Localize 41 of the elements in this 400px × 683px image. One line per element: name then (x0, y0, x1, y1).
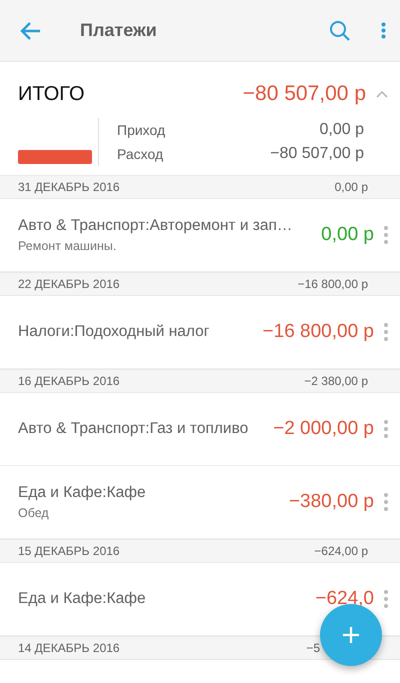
payment-amount: −16 800,00 р (262, 321, 374, 343)
payment-category: Авто & Транспорт:Авторемонт и зап… (18, 217, 294, 235)
summary-row-value: 0,00 р (320, 120, 364, 140)
payment-category: Еда и Кафе:Кафе (18, 484, 147, 502)
day-total: 0,00 р (334, 180, 368, 194)
payment-amount: −624,0 (315, 588, 374, 610)
date-label: 22 ДЕКАБРЬ 2016 (18, 277, 120, 291)
payment-amount: 0,00 р (321, 224, 374, 246)
summary-total: −80 507,00 р (242, 82, 366, 106)
day-total: −624,00 р (314, 544, 368, 558)
more-icon[interactable] (384, 226, 388, 244)
more-icon[interactable] (384, 420, 388, 438)
date-label: 14 ДЕКАБРЬ 2016 (18, 641, 120, 655)
day-total: −16 800,00 р (298, 277, 368, 291)
payment-category: Налоги:Подоходный налог (18, 323, 210, 341)
summary-row-label: Приход (117, 121, 166, 140)
payment-amount: −380,00 р (288, 491, 374, 513)
menu-icon[interactable] (381, 22, 386, 39)
more-icon[interactable] (384, 323, 388, 341)
summary-row-value: −80 507,00 р (270, 144, 364, 164)
screen-title: Платежи (80, 20, 158, 41)
day-total: −2 380,00 р (304, 374, 368, 388)
plus-icon (342, 626, 360, 644)
summary-label: ИТОГО (18, 82, 86, 106)
date-label: 15 ДЕКАБРЬ 2016 (18, 544, 120, 558)
add-button[interactable] (320, 604, 382, 666)
day-total: −5 (306, 641, 320, 655)
payment-category: Авто & Транспорт:Газ и топливо (18, 420, 250, 438)
payment-note: Ремонт машины. (18, 239, 118, 253)
back-icon[interactable] (20, 20, 42, 42)
payment-row[interactable]: Авто & Транспорт:Газ и топливо −2 000,00 р (0, 393, 400, 466)
payment-note: Обед (18, 506, 50, 520)
payment-category: Еда и Кафе:Кафе (18, 590, 147, 608)
more-icon[interactable] (384, 590, 388, 608)
payment-amount: −2 000,00 р (273, 418, 374, 440)
date-label: 31 ДЕКАБРЬ 2016 (18, 180, 120, 194)
search-icon[interactable] (329, 20, 351, 42)
summary-row-label: Расход (117, 145, 164, 164)
more-icon[interactable] (384, 493, 388, 511)
collapse-icon[interactable] (376, 90, 388, 98)
date-label: 16 ДЕКАБРЬ 2016 (18, 374, 120, 388)
